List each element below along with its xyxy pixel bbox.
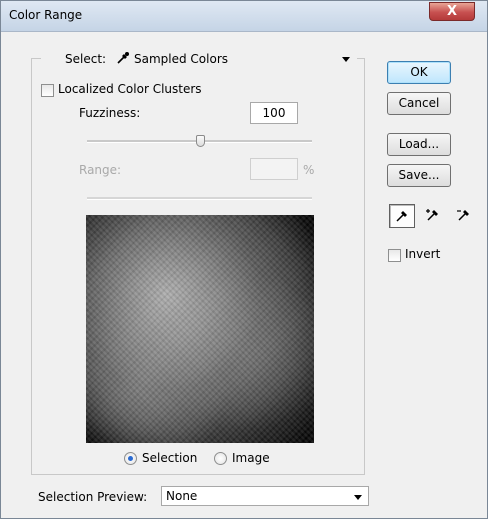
fuzziness-slider-thumb[interactable] <box>195 135 205 147</box>
add-to-sample-icon <box>424 209 440 227</box>
range-input[interactable] <box>250 158 298 180</box>
subtract-from-sample-icon <box>455 209 471 227</box>
select-label: Select: <box>65 52 107 66</box>
save-button[interactable]: Save... <box>387 164 451 187</box>
close-button[interactable]: X <box>429 2 475 21</box>
subtract-from-sample-tool-button[interactable] <box>450 204 476 228</box>
select-value: Sampled Colors <box>134 52 229 66</box>
selection-radio-label: Selection <box>142 451 198 465</box>
eyedropper-icon <box>394 210 410 228</box>
chevron-down-icon <box>354 495 362 500</box>
selection-preview-dropdown[interactable]: None <box>161 486 369 506</box>
selection-preview-label: Selection Preview: <box>38 490 148 504</box>
eyedropper-tool-button[interactable] <box>389 204 415 228</box>
window-title: Color Range <box>9 8 83 22</box>
select-dropdown[interactable]: Sampled Colors <box>110 49 356 69</box>
invert-checkbox[interactable] <box>388 249 401 262</box>
selection-preview-image <box>86 215 314 443</box>
range-unit: % <box>303 163 315 177</box>
ok-button[interactable]: OK <box>387 61 451 84</box>
cancel-button[interactable]: Cancel <box>387 92 451 115</box>
add-to-sample-tool-button[interactable] <box>419 204 445 228</box>
load-button[interactable]: Load... <box>387 133 451 156</box>
selection-preview-value: None <box>166 489 198 503</box>
close-icon: X <box>446 4 458 19</box>
range-label: Range: <box>79 163 122 177</box>
localized-color-clusters-checkbox[interactable] <box>41 84 54 97</box>
localized-color-clusters-label: Localized Color Clusters <box>58 82 202 96</box>
eyedropper-icon <box>116 51 130 68</box>
image-radio-label: Image <box>232 451 270 465</box>
fuzziness-label: Fuzziness: <box>79 106 141 120</box>
chevron-down-icon <box>342 57 350 62</box>
color-range-dialog: Color Range X Select: Sampled Colors Loc… <box>0 0 488 519</box>
invert-label: Invert <box>405 247 441 261</box>
title-bar[interactable]: Color Range X <box>1 1 487 32</box>
fuzziness-input[interactable]: 100 <box>250 102 298 124</box>
range-slider-track[interactable] <box>87 197 312 200</box>
image-radio[interactable] <box>214 452 227 465</box>
selection-radio[interactable] <box>124 452 137 465</box>
